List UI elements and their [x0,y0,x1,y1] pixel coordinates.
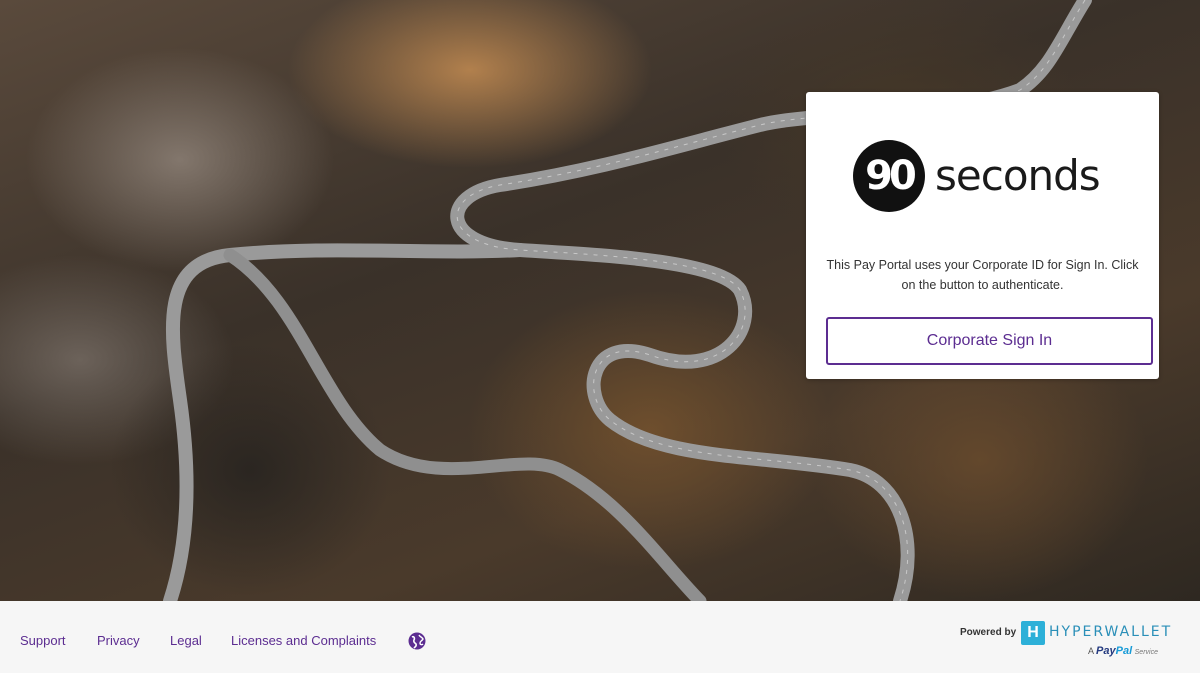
footer-link-legal[interactable]: Legal [170,633,202,648]
brand-logo: 90 seconds [853,140,1101,212]
paypal-brand-pal: Pal [1115,645,1133,657]
globe-icon[interactable] [408,632,426,650]
footer-link-privacy[interactable]: Privacy [97,633,140,648]
footer-link-support[interactable]: Support [20,633,66,648]
hyperwallet-name: HYPERWALLET [1049,624,1173,640]
sign-in-card: 90 seconds This Pay Portal uses your Cor… [806,92,1159,379]
logo-mark: 90 [853,140,925,212]
footer: Support Privacy Legal Licenses and Compl… [0,601,1200,673]
hyperwallet-logo-icon: H [1021,621,1045,645]
powered-by-label: Powered by [960,627,1017,638]
corporate-sign-in-button[interactable]: Corporate Sign In [826,317,1153,365]
tagline-suffix: Service [1134,649,1158,656]
paypal-service-tagline: A PayPal Service [1088,645,1158,657]
logo-text: seconds [935,151,1101,200]
tagline-prefix: A [1088,646,1094,656]
paypal-brand-pay: Pay [1096,645,1116,657]
footer-link-licenses[interactable]: Licenses and Complaints [231,633,376,648]
sign-in-message: This Pay Portal uses your Corporate ID f… [826,258,1139,292]
